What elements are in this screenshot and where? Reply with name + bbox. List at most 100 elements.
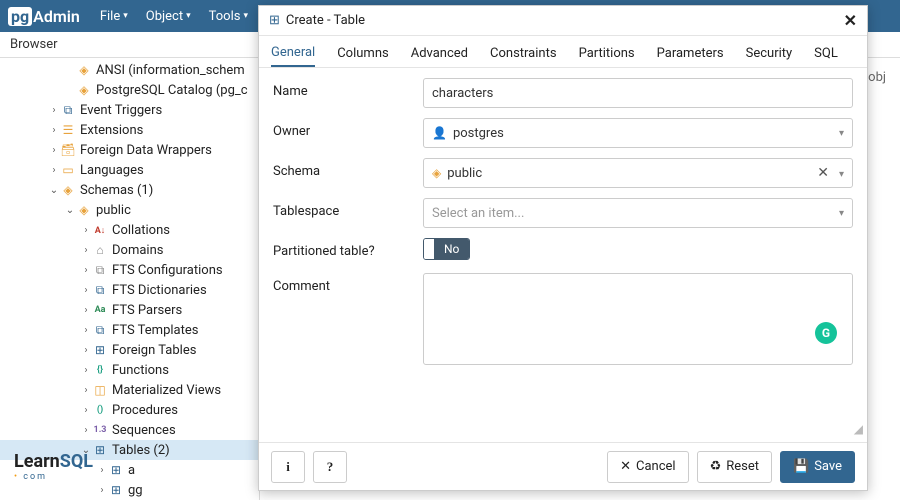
clear-icon[interactable]: ✕ (817, 165, 829, 181)
partitioned-toggle[interactable]: No (423, 238, 470, 260)
tree-node[interactable]: ›⌂Domains (0, 240, 259, 260)
dialog-body: Name Owner 👤 postgres ▾ Schema ◈ public … (259, 68, 867, 442)
tree-node[interactable]: ›⧉Event Triggers (0, 100, 259, 120)
comment-textarea[interactable] (423, 273, 853, 365)
tree-caret-icon[interactable]: › (80, 285, 92, 296)
close-icon[interactable]: ✕ (844, 11, 857, 30)
tree-node-icon: ▭ (60, 163, 76, 177)
logo-pg: pg (8, 7, 32, 26)
tree-caret-icon[interactable]: › (80, 345, 92, 356)
menu-object[interactable]: Object▾ (146, 9, 191, 24)
user-icon: 👤 (432, 126, 447, 140)
menu-file[interactable]: File▾ (100, 9, 128, 24)
dialog-titlebar[interactable]: ⊞ Create - Table ✕ (259, 6, 867, 36)
tree-node[interactable]: ›A↓ Collations (0, 220, 259, 240)
tree-node[interactable]: ›☰Extensions (0, 120, 259, 140)
logo-admin: Admin (33, 7, 80, 26)
name-input[interactable] (423, 78, 853, 108)
tree-caret-icon[interactable]: › (80, 325, 92, 336)
tree-node-icon: ⧉ (92, 283, 108, 298)
tree-caret-icon[interactable]: › (80, 265, 92, 276)
comment-label: Comment (273, 273, 423, 294)
tree-node-icon: ◈ (76, 63, 92, 77)
tree-node[interactable]: ›▭ Languages (0, 160, 259, 180)
tab-parameters[interactable]: Parameters (657, 46, 724, 67)
tree-caret-icon[interactable]: ⌄ (64, 205, 76, 216)
dialog-footer: i ? ✕Cancel ♻Reset 💾Save (259, 442, 867, 490)
grammarly-icon[interactable]: G (815, 322, 837, 344)
tree-node-icon: ◈ (76, 83, 92, 97)
tree-node[interactable]: ›⧉FTS Templates (0, 320, 259, 340)
tree-node[interactable]: ›⧉FTS Configurations (0, 260, 259, 280)
tree-caret-icon[interactable]: › (80, 385, 92, 396)
tree-node[interactable]: ›⊞Foreign Tables (0, 340, 259, 360)
tab-security[interactable]: Security (746, 46, 793, 67)
tree-node-icon: Aa (92, 305, 108, 315)
tree-caret-icon[interactable]: › (80, 305, 92, 316)
tree-node[interactable]: ›🗃Foreign Data Wrappers (0, 140, 259, 160)
tree-caret-icon[interactable]: › (80, 425, 92, 436)
close-icon: ✕ (620, 459, 631, 474)
schema-select[interactable]: ◈ public ✕▾ (423, 158, 853, 188)
tree-node[interactable]: ›AaFTS Parsers (0, 300, 259, 320)
tree-node[interactable]: ◈ANSI (information_schem (0, 60, 259, 80)
tree-node-icon: A↓ (92, 225, 108, 236)
name-label: Name (273, 78, 423, 99)
tree-caret-icon[interactable]: › (80, 225, 92, 236)
tab-columns[interactable]: Columns (337, 46, 389, 67)
save-button[interactable]: 💾Save (780, 451, 855, 483)
tree-caret-icon[interactable]: › (48, 105, 60, 116)
tree-node-label: Languages (80, 163, 144, 178)
tree-caret-icon[interactable]: › (80, 405, 92, 416)
tree-node-icon: 🗃 (60, 143, 76, 157)
browser-tree[interactable]: ◈ANSI (information_schem◈PostgreSQL Cata… (0, 58, 260, 500)
chevron-down-icon: ▾ (839, 208, 844, 219)
tree-node[interactable]: ›{}Functions (0, 360, 259, 380)
tree-node[interactable]: ›()Procedures (0, 400, 259, 420)
owner-select[interactable]: 👤 postgres ▾ (423, 118, 853, 148)
tree-node[interactable]: ◈ PostgreSQL Catalog (pg_c (0, 80, 259, 100)
tree-node[interactable]: ›⧉FTS Dictionaries (0, 280, 259, 300)
cancel-button[interactable]: ✕Cancel (607, 451, 688, 483)
chevron-down-icon: ▾ (839, 128, 844, 139)
toggle-label: No (434, 239, 469, 259)
tab-general[interactable]: General (271, 45, 315, 67)
tree-caret-icon[interactable]: › (48, 165, 60, 176)
tree-node-label: Domains (112, 243, 163, 258)
tree-caret-icon[interactable]: › (96, 485, 108, 496)
tree-node[interactable]: ⌄◈Schemas (1) (0, 180, 259, 200)
reset-button[interactable]: ♻Reset (697, 451, 772, 483)
tree-caret-icon[interactable]: › (80, 365, 92, 376)
menu-tools[interactable]: Tools▾ (209, 9, 248, 24)
tab-sql[interactable]: SQL (814, 46, 838, 67)
tree-node-icon: 1.3 (92, 425, 108, 435)
help-button[interactable]: ? (313, 451, 347, 483)
tree-caret-icon[interactable]: › (48, 125, 60, 136)
info-button[interactable]: i (271, 451, 305, 483)
tree-node[interactable]: ›◫Materialized Views (0, 380, 259, 400)
tree-caret-icon[interactable]: › (96, 465, 108, 476)
tab-constraints[interactable]: Constraints (490, 46, 557, 67)
tree-node-label: Collations (112, 223, 170, 238)
tree-node-label: a (128, 463, 135, 478)
tree-node-icon: ⊞ (92, 343, 108, 357)
tree-node-label: Sequences (112, 423, 176, 438)
tablespace-select[interactable]: Select an item... ▾ (423, 198, 853, 228)
tree-node[interactable]: ⌄◈public (0, 200, 259, 220)
tree-caret-icon[interactable]: › (80, 245, 92, 256)
tab-partitions[interactable]: Partitions (579, 46, 635, 67)
tree-caret-icon[interactable]: ⌄ (48, 185, 60, 196)
tree-node-label: public (96, 203, 131, 218)
resize-handle-icon[interactable]: ◢ (854, 422, 863, 436)
tree-node-label: FTS Configurations (112, 263, 223, 278)
tablespace-placeholder: Select an item... (432, 206, 524, 221)
partitioned-label: Partitioned table? (273, 238, 423, 259)
chevron-down-icon: ▾ (186, 11, 191, 21)
tab-advanced[interactable]: Advanced (411, 46, 468, 67)
tree-node-label: PostgreSQL Catalog (pg_c (96, 83, 248, 98)
tree-node[interactable]: ›1.3 Sequences (0, 420, 259, 440)
tree-caret-icon[interactable]: › (48, 145, 60, 156)
top-menu: File▾ Object▾ Tools▾ (100, 9, 248, 24)
chevron-down-icon: ▾ (243, 11, 248, 21)
tree-node[interactable]: ›⊞gg (0, 480, 259, 500)
